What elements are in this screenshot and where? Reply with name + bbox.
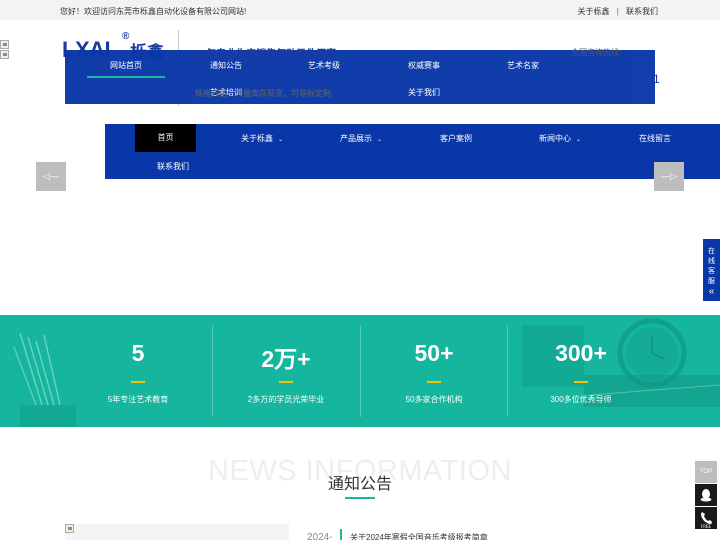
hotline-number[interactable]: 1 — [653, 72, 660, 86]
nav2-item-label: 产品展示 — [340, 134, 372, 143]
double-chevron-left-icon: « — [708, 286, 715, 297]
free-call-button[interactable]: FREE — [695, 507, 717, 529]
news-image[interactable] — [65, 524, 289, 540]
primary-nav: 网站首页 通知公告 艺术考级 权威赛事 艺术名家 艺术培训 关于我们 — [65, 50, 655, 104]
free-label: FREE — [701, 524, 712, 529]
phone-icon: FREE — [701, 512, 712, 529]
hotline-label: 全国咨询热线: — [571, 48, 622, 57]
slogan-primary: 10年专业生产销售气动元件厂家 — [195, 49, 337, 60]
stat-label: 300多位优秀导师 — [550, 395, 612, 404]
stat-accent-bar — [131, 381, 145, 383]
news-item-marker — [340, 529, 342, 540]
stat-label: 2多万的学员光荣毕业 — [247, 395, 325, 404]
stat-accent-bar — [574, 381, 588, 383]
service-char: 在 — [708, 248, 715, 255]
stat-students: 2万+ 2多万的学员光荣毕业 — [212, 315, 360, 427]
service-char: 线 — [708, 258, 715, 265]
nav2-item-label: 新闻中心 — [539, 134, 571, 143]
stat-accent-bar — [279, 381, 293, 383]
nav2-item-home[interactable]: 首页 — [135, 124, 196, 152]
slogan-secondary: 规格齐全，大量库存现货，可非标定制 — [195, 89, 331, 98]
active-indicator — [87, 76, 165, 78]
top-bar: 您好！欢迎访问东莞市栎鑫自动化设备有限公司网站! 关于栎鑫 | 联系我们 — [0, 0, 720, 20]
nav2-item-cases[interactable]: 客户案例 — [440, 133, 472, 144]
stat-number: 2万+ — [261, 346, 311, 372]
nav2-item-contact[interactable]: 联系我们 — [157, 161, 189, 172]
stat-label: 50多家合作机构 — [405, 395, 463, 404]
secondary-nav: 首页 关于栎鑫 ⌄ 产品展示 ⌄ 客户案例 新闻中心 ⌄ 在线留言 联系我们 — [105, 124, 720, 179]
contact-link[interactable]: 联系我们 — [626, 7, 658, 16]
stat-number: 5 — [131, 340, 145, 366]
news-section-title: 通知公告 — [327, 476, 392, 493]
stat-partners: 50+ 50多家合作机构 — [360, 315, 508, 427]
chevron-down-icon: ⌄ — [377, 137, 383, 143]
about-link[interactable]: 关于栎鑫 — [577, 7, 609, 16]
chevron-down-icon: ⌄ — [278, 137, 284, 143]
service-char: 客 — [708, 268, 715, 275]
slider-prev-button[interactable]: ◁— — [36, 162, 66, 191]
top-links: 关于栎鑫 | 联系我们 — [577, 6, 658, 17]
link-separator: | — [616, 7, 619, 16]
back-to-top-button[interactable]: TOP — [695, 461, 717, 483]
news-item-link[interactable]: 关于2024年寒假全国音乐考级报考简章 — [350, 532, 488, 540]
registered-mark: ® — [122, 31, 130, 42]
nav2-item-about[interactable]: 关于栎鑫 ⌄ — [241, 133, 283, 144]
nav1-item-contest[interactable]: 权威赛事 — [408, 60, 440, 71]
broken-image-icon — [0, 50, 9, 59]
nav2-item-news[interactable]: 新闻中心 ⌄ — [539, 133, 581, 144]
nav1-item-about[interactable]: 关于我们 — [408, 87, 440, 98]
nav2-item-message[interactable]: 在线留言 — [639, 133, 671, 144]
stat-accent-bar — [427, 381, 441, 383]
nav2-item-products[interactable]: 产品展示 ⌄ — [340, 133, 382, 144]
floating-toolbar: TOP FREE — [695, 461, 717, 530]
welcome-text: 您好！欢迎访问东莞市栎鑫自动化设备有限公司网站! — [60, 7, 247, 16]
chevron-down-icon: ⌄ — [576, 137, 582, 143]
qq-icon — [700, 489, 712, 502]
nav1-item-notice[interactable]: 通知公告 — [210, 60, 242, 71]
broken-image-icon — [65, 524, 74, 533]
online-service-tab[interactable]: 在 线 客 服 « — [703, 239, 720, 301]
stat-mentors: 300+ 300多位优秀导师 — [507, 315, 655, 427]
stat-label: 5年专注艺术教育 — [107, 395, 169, 404]
broken-image-icon — [0, 40, 9, 49]
nav2-item-label: 关于栎鑫 — [241, 134, 273, 143]
stat-number: 50+ — [414, 340, 454, 366]
stat-years: 5 5年专注艺术教育 — [64, 315, 212, 427]
stats-section: 5 5年专注艺术教育 2万+ 2多万的学员光荣毕业 50+ 50多家合作机构 3… — [0, 315, 720, 427]
nav1-item-home[interactable]: 网站首页 — [110, 60, 142, 71]
slider-next-button[interactable]: —▷ — [654, 162, 684, 191]
qq-button[interactable] — [695, 484, 717, 506]
nav1-item-masters[interactable]: 艺术名家 — [507, 60, 539, 71]
news-date: 2024- — [307, 532, 333, 540]
stat-number: 300+ — [555, 340, 607, 366]
news-title-underline — [345, 497, 375, 499]
nav1-item-exam[interactable]: 艺术考级 — [308, 60, 340, 71]
